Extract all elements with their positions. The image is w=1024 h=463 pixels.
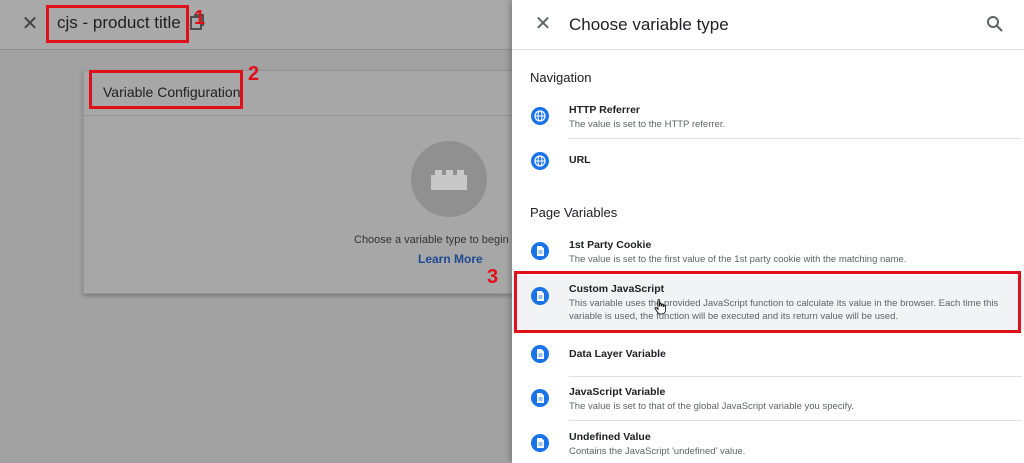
globe-icon [531, 152, 549, 170]
annotation-number-3: 3 [487, 266, 499, 288]
divider [569, 376, 1022, 377]
item-description: The value is set to the HTTP referrer. [569, 119, 726, 130]
variable-type-http-referrer[interactable]: HTTP Referrer The value is set to the HT… [512, 96, 1024, 144]
variable-type-javascript-variable[interactable]: JavaScript Variable The value is set to … [512, 378, 1024, 426]
document-icon [531, 345, 549, 363]
search-icon[interactable] [986, 15, 1004, 33]
divider [569, 420, 1022, 421]
section-title-page-variables: Page Variables [530, 205, 618, 220]
brick-icon [431, 170, 467, 190]
item-name: HTTP Referrer [569, 104, 640, 116]
item-name: URL [569, 154, 591, 166]
learn-more-link[interactable]: Learn More [418, 252, 483, 266]
item-name: Data Layer Variable [569, 348, 666, 360]
item-name: 1st Party Cookie [569, 239, 652, 251]
divider [84, 115, 512, 116]
document-icon [531, 242, 549, 260]
document-icon [531, 389, 549, 407]
annotation-box-2 [89, 70, 243, 109]
divider [569, 138, 1022, 139]
section-title-navigation: Navigation [530, 70, 592, 85]
close-icon[interactable]: ✕ [532, 13, 554, 35]
item-description: The value is set to that of the global J… [569, 401, 854, 412]
hand-cursor-icon [654, 299, 666, 315]
choose-variable-type-panel: ✕ Choose variable type Navigation HTTP R… [512, 0, 1024, 463]
panel-header: ✕ Choose variable type [512, 0, 1024, 50]
annotation-box-3 [514, 271, 1021, 333]
close-icon[interactable]: ✕ [18, 12, 42, 36]
annotation-number-2: 2 [248, 63, 260, 85]
annotation-number-1: 1 [194, 7, 206, 29]
document-icon [531, 434, 549, 452]
configuration-hint: Choose a variable type to begin s [354, 234, 518, 246]
item-description: The value is set to the first value of t… [569, 254, 907, 265]
annotation-box-1 [46, 5, 189, 43]
globe-icon [531, 107, 549, 125]
item-name: JavaScript Variable [569, 386, 666, 398]
panel-title: Choose variable type [569, 15, 729, 34]
item-name: Undefined Value [569, 431, 651, 443]
item-description: Contains the JavaScript 'undefined' valu… [569, 446, 746, 457]
variable-type-undefined-value[interactable]: Undefined Value Contains the JavaScript … [512, 423, 1024, 463]
variable-type-url[interactable]: URL [512, 143, 1024, 191]
